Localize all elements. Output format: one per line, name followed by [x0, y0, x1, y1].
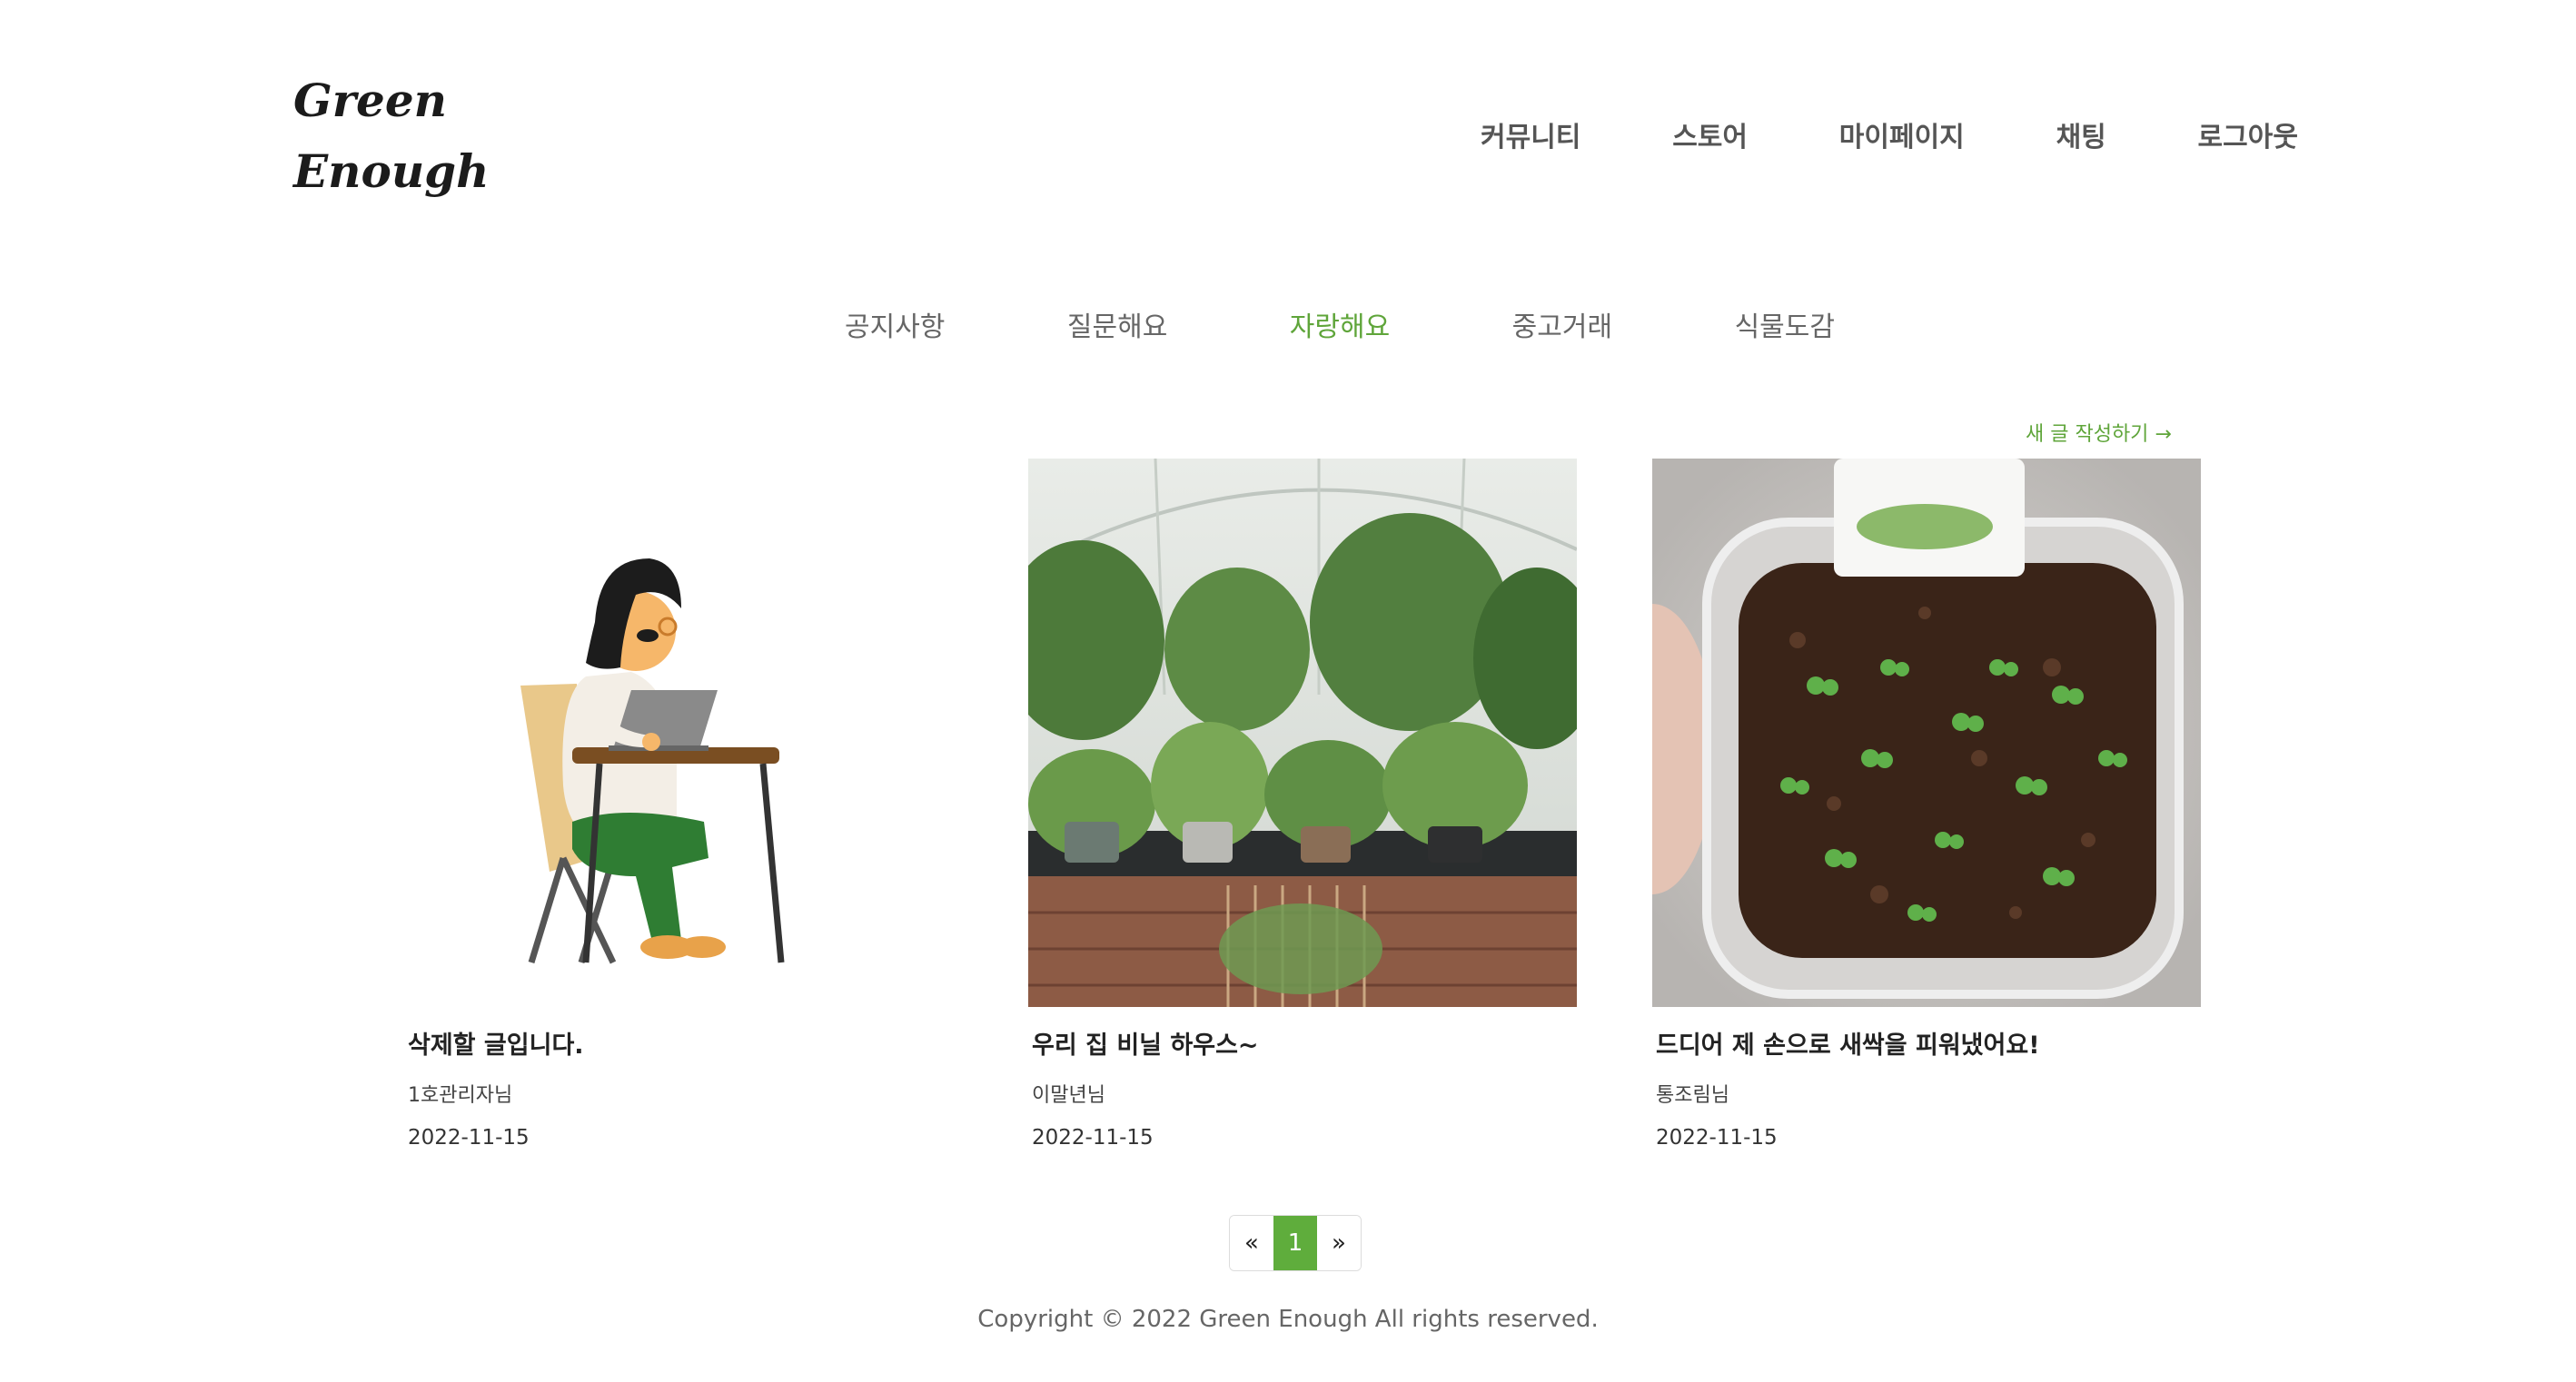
post-author: 이말년님 [1032, 1084, 1105, 1107]
tab-showoff[interactable]: 자랑해요 [1290, 304, 1390, 344]
nav-mypage[interactable]: 마이페이지 [1839, 114, 1965, 154]
nav-community[interactable]: 커뮤니티 [1481, 114, 1580, 154]
page-1-button[interactable]: 1 [1273, 1216, 1317, 1270]
write-new-post-link[interactable]: 새 글 작성하기 → [2026, 418, 2172, 447]
tab-questions[interactable]: 질문해요 [1067, 304, 1167, 344]
post-title[interactable]: 삭제할 글입니다. [408, 1025, 953, 1061]
post-thumbnail[interactable] [1028, 459, 1577, 1007]
post-card[interactable]: 우리 집 비닐 하우스~ 이말년님 2022-11-15 [1028, 459, 1577, 1150]
nav-store[interactable]: 스토어 [1672, 114, 1748, 154]
footer-copyright: Copyright © 2022 Green Enough All rights… [977, 1306, 1599, 1333]
post-card[interactable]: 드디어 제 손으로 새싹을 피워냈어요! 통조림님 2022-11-15 [1652, 459, 2201, 1150]
post-date: 2022-11-15 [1032, 1126, 1154, 1150]
tab-secondhand[interactable]: 중고거래 [1512, 304, 1612, 344]
community-tabs: 공지사항 질문해요 자랑해요 중고거래 식물도감 [845, 301, 1835, 347]
post-title[interactable]: 드디어 제 손으로 새싹을 피워냈어요! [1656, 1025, 2201, 1061]
pagination: « 1 » [1229, 1215, 1362, 1271]
post-card[interactable]: 삭제할 글입니다. 1호관리자님 2022-11-15 [404, 459, 953, 1150]
tab-plant-encyclopedia[interactable]: 식물도감 [1735, 304, 1835, 344]
post-thumbnail[interactable] [404, 459, 953, 1007]
page: Green Enough 커뮤니티 스토어 마이페이지 채팅 로그아웃 공지사항… [0, 0, 2576, 1382]
post-author: 통조림님 [1656, 1084, 1729, 1107]
seedlings-photo [1652, 459, 2201, 1007]
post-date: 2022-11-15 [408, 1126, 530, 1150]
main-nav: 커뮤니티 스토어 마이페이지 채팅 로그아웃 [1481, 109, 2298, 160]
post-thumbnail[interactable] [1652, 459, 2201, 1007]
prev-page-button[interactable]: « [1230, 1216, 1273, 1270]
post-title[interactable]: 우리 집 비닐 하우스~ [1032, 1025, 1577, 1061]
woman-laptop-illustration [404, 459, 953, 1007]
nav-logout[interactable]: 로그아웃 [2198, 114, 2298, 154]
next-page-button[interactable]: » [1317, 1216, 1361, 1270]
post-date: 2022-11-15 [1656, 1126, 1778, 1150]
tab-notice[interactable]: 공지사항 [845, 304, 945, 344]
greenhouse-photo [1028, 459, 1577, 1007]
post-author: 1호관리자님 [408, 1084, 513, 1107]
site-logo[interactable]: Green Enough [293, 65, 489, 207]
nav-chat[interactable]: 채팅 [2056, 114, 2106, 154]
